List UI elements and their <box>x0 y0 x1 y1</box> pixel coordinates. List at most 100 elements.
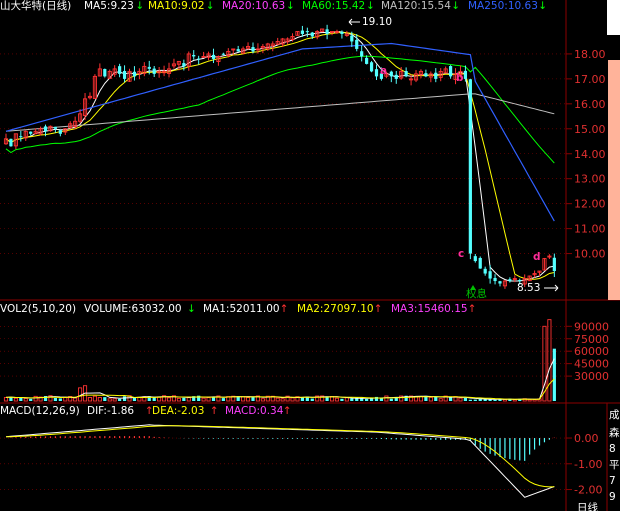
price-tick-label: 17.00 <box>574 73 606 86</box>
candle-body <box>374 69 379 77</box>
ma10-line <box>5 31 555 280</box>
volume-bar <box>340 398 344 401</box>
right-char-3: 平 <box>609 459 620 471</box>
volume-ma-lines <box>5 358 555 400</box>
candle-body <box>498 281 502 284</box>
candle-body <box>365 57 369 64</box>
candle-body <box>53 126 57 129</box>
volume-bar <box>463 397 468 401</box>
volume-ma1-line <box>5 358 555 400</box>
vol-ma-label-1: MA2:27097.10 <box>297 303 374 315</box>
volume-bar <box>246 397 251 402</box>
volume-bar <box>97 397 102 402</box>
volume-tick-label: 45000 <box>574 358 609 371</box>
candle-body <box>103 68 107 77</box>
price-tick-label: 16.00 <box>574 98 606 111</box>
volume-bar <box>275 397 280 402</box>
right-side-labels: 成森 8 平 7 9 <box>609 409 620 503</box>
candle-body <box>9 138 13 147</box>
annotation-c: c <box>458 248 464 260</box>
volume-ma2-line <box>5 378 555 400</box>
volume-bar <box>157 396 162 402</box>
volume-bar <box>527 399 532 402</box>
vol-ma-arrow-1: ↑ <box>374 303 383 315</box>
ma-legend: MA5:9.23 ↓ MA10:9.02 ↓ MA20:10.63 ↓ MA60:15.42… <box>84 0 547 12</box>
volume-bar <box>344 397 349 402</box>
volume-ma-legend: MA1:52011.00 ↑ MA2:27097.10 ↑ MA3:15460.15 ↑ <box>203 303 476 315</box>
volume-bar <box>260 398 265 402</box>
candle-body <box>192 54 196 57</box>
vol-ma-arrow-0: ↑ <box>280 303 289 315</box>
candle-body <box>508 279 512 282</box>
ma-arrow-2: ↓ <box>286 0 295 12</box>
volume-tick-label: 60000 <box>574 345 609 358</box>
macd-axis: 0.00 -1.00 -2.00 <box>574 432 602 497</box>
volume-bar <box>3 396 9 402</box>
low-price-pointer <box>544 284 559 292</box>
candle-body <box>221 53 225 55</box>
price-tick-label: 14.00 <box>574 148 606 161</box>
macd-tick-label: -1.00 <box>574 458 602 471</box>
volume-title: VOL2(5,10,20) <box>0 303 76 315</box>
chart-title: 山大华特(日线) <box>0 0 71 12</box>
volume-bar <box>365 398 369 401</box>
candle-body <box>310 32 314 37</box>
volume-bar <box>468 399 472 401</box>
candle-body <box>325 29 329 34</box>
price-tick-label: 11.00 <box>574 223 606 236</box>
macd-dif-line <box>5 424 555 498</box>
volume-bar <box>384 395 389 402</box>
price-tick-label: 13.00 <box>574 173 606 186</box>
volume-bar <box>78 387 83 402</box>
candle-body <box>369 62 374 72</box>
volume-axis: 3000045000600007500090000 <box>574 320 609 383</box>
volume-bar <box>221 398 225 401</box>
volume-bar <box>251 397 255 401</box>
candle-body <box>29 131 33 134</box>
ma-arrow-0: ↓ <box>135 0 144 12</box>
macd-histogram <box>10 436 555 461</box>
right-accent-block <box>608 60 620 300</box>
volume-bar <box>201 397 206 402</box>
candle-body <box>483 268 487 274</box>
annotation-d: d <box>533 251 541 263</box>
candle-body <box>300 30 304 34</box>
vol-ma-label-2: MA3:15460.15 <box>391 303 468 315</box>
volume-tick-label: 90000 <box>574 320 609 333</box>
candle-body <box>132 71 137 77</box>
volume-bar <box>122 396 127 401</box>
price-tick-label: 15.00 <box>574 123 606 136</box>
volume-bar <box>92 395 97 402</box>
high-price-label: 19.10 <box>362 16 392 28</box>
bottom-label: 日线 <box>577 501 598 511</box>
volume-bar <box>19 397 23 401</box>
volume-bar <box>532 399 537 402</box>
volume-bar <box>493 399 497 401</box>
ma-label-2: MA20:10.63 <box>222 0 285 12</box>
macd-label-0: DIF:-1.86 <box>87 405 134 417</box>
candle-body <box>152 68 156 74</box>
candle-body <box>19 136 23 138</box>
right-char-4: 7 <box>609 475 616 487</box>
ma-arrow-3: ↓ <box>366 0 375 12</box>
ma-arrow-5: ↓ <box>538 0 547 12</box>
candle-body <box>463 70 468 79</box>
vol-ma-arrow-2: ↑ <box>468 303 477 315</box>
ma5-line <box>5 30 555 282</box>
ma-label-4: MA120:15.54 <box>381 0 451 12</box>
volume-bar <box>166 397 172 402</box>
volume-bar <box>118 398 122 401</box>
vol-ma-label-0: MA1:52011.00 <box>203 303 280 315</box>
volume-bar <box>13 397 18 402</box>
candle-body <box>473 256 477 262</box>
ma-label-3: MA60:15.42 <box>302 0 365 12</box>
volume-panel-grid <box>0 325 572 377</box>
macd-label-2: MACD:0.34 <box>225 405 284 417</box>
volume-bar <box>186 397 191 402</box>
macd-arrow-2: ↑ <box>283 405 292 417</box>
volume-bar <box>300 397 304 401</box>
candle-body <box>360 51 364 57</box>
volume-bar <box>53 397 57 401</box>
candle-body <box>350 35 354 42</box>
candle-body <box>147 66 151 69</box>
